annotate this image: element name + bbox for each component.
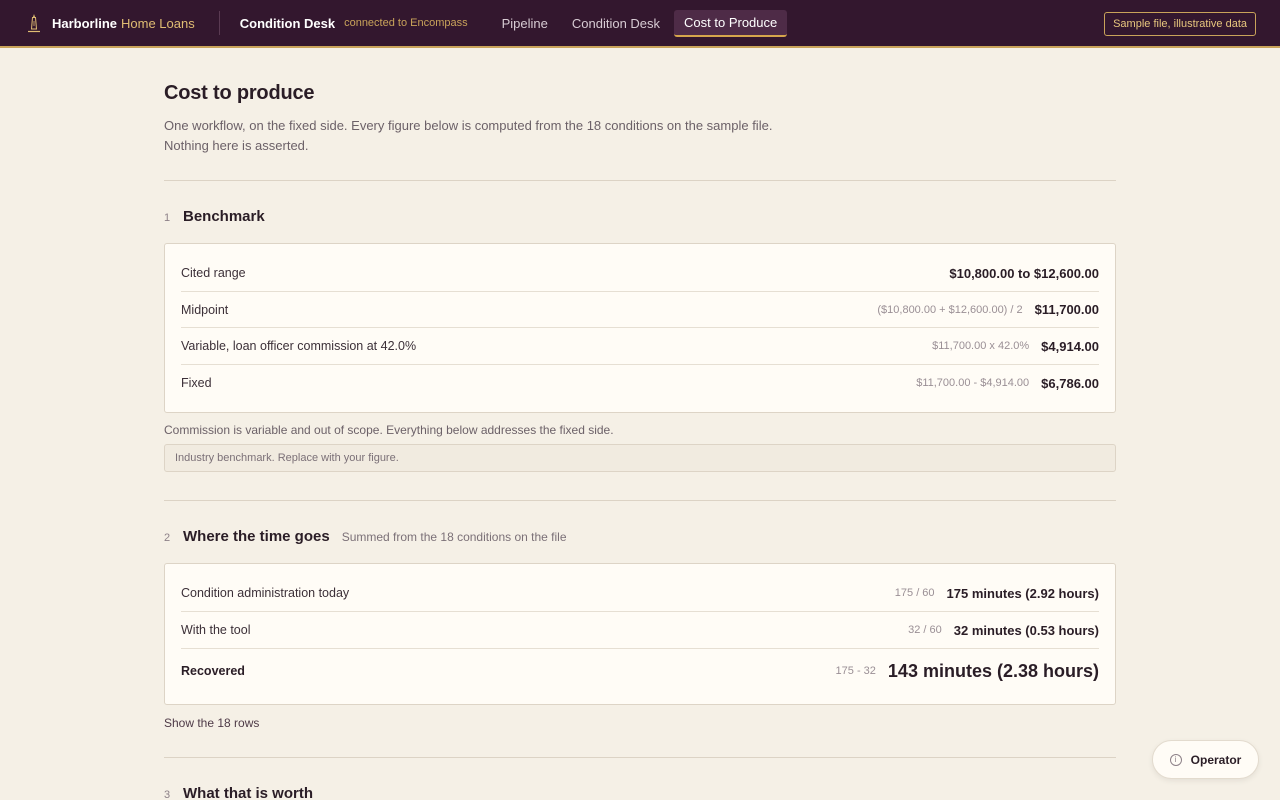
operator-label: Operator [1190,752,1242,767]
row-value: $10,800.00 to $12,600.00 [949,265,1099,281]
page-title: Cost to produce [164,82,315,104]
benchmark-row: Fixed $11,700.00 - $4,914.00 $6,786.00 [181,365,1099,401]
section-subtitle: Summed from the 18 conditions on the fil… [341,530,567,544]
row-value: $11,700.00 [1034,302,1099,317]
page-lede: One workflow, on the fixed side. Every f… [164,116,1116,156]
benchmark-row: Midpoint ($10,800.00 + $12,600.00) / 2 $… [181,292,1099,328]
benchmark-card: Cited range $10,800.00 to $12,600.00 Mid… [164,243,1116,413]
brand[interactable]: Harborline Home Loans [0,0,195,46]
section-worth-header: 3 What that is worth [164,785,1116,800]
time-card: Condition administration today 175 / 60 … [164,563,1116,705]
benchmark-input-note[interactable]: Industry benchmark. Replace with your fi… [164,444,1116,472]
row-value: $6,786.00 [1041,375,1099,391]
page-lede-line-1: One workflow, on the fixed side. Every f… [164,118,773,133]
row-label: Variable, loan officer commission at 42.… [181,339,417,353]
row-label: With the tool [181,623,251,637]
section-number: 3 [164,789,171,800]
section-divider [164,180,1116,181]
sample-data-badge: Sample file, illustrative data [1104,12,1256,36]
section-number: 2 [164,532,171,544]
nav-pipeline[interactable]: Pipeline [492,11,558,36]
section-title: What that is worth [183,785,313,800]
operator-button[interactable]: i Operator [1152,740,1259,779]
section-benchmark-header: 1 Benchmark [164,208,1116,225]
nav-condition-desk[interactable]: Condition Desk [562,11,670,36]
section-title: Where the time goes [183,528,330,545]
row-label: Fixed [181,376,212,390]
header-divider [218,11,220,35]
benchmark-row: Variable, loan officer commission at 42.… [181,328,1099,365]
row-label: Condition administration today [181,586,350,600]
row-calculation: $11,700.00 - $4,914.00 [916,377,1030,389]
row-calculation: $11,700.00 x 42.0% [932,340,1030,352]
row-value: 32 minutes (0.53 hours) [953,622,1099,638]
section-number: 1 [164,212,171,224]
row-value: 175 minutes (2.92 hours) [946,585,1099,601]
page-lede-line-2: Nothing here is asserted. [164,138,309,153]
row-label: Midpoint [181,302,229,317]
recovered-row: Recovered 175 - 32 143 minutes (2.38 hou… [181,649,1099,693]
row-value: $4,914.00 [1041,338,1099,354]
row-calculation: 175 - 32 [835,665,876,677]
info-icon: i [1169,753,1182,766]
app-title: Condition Desk [239,15,336,31]
row-calculation: 175 / 60 [894,587,935,599]
time-row: With the tool 32 / 60 32 minutes (0.53 h… [181,612,1099,649]
top-bar: Harborline Home Loans Condition Desk con… [0,0,1280,48]
row-calculation: ($10,800.00 + $12,600.00) / 2 [877,303,1023,316]
section-divider [164,757,1116,758]
row-calculation: 32 / 60 [908,624,942,636]
section-time-header: 2 Where the time goes Summed from the 18… [164,528,1116,545]
main-nav: Pipeline Condition Desk Cost to Produce [492,9,792,37]
scope-note: Commission is variable and out of scope.… [164,423,614,437]
row-value: 143 minutes (2.38 hours) [887,660,1099,681]
brand-subtitle: Home Loans [121,15,195,31]
show-rows-toggle[interactable]: Show the 18 rows [164,716,1116,730]
brand-name: Harborline [52,15,118,31]
time-row: Condition administration today 175 / 60 … [181,575,1099,612]
connection-status: connected to Encompass [344,17,468,29]
row-label: Cited range [181,266,246,280]
benchmark-row: Cited range $10,800.00 to $12,600.00 [181,255,1099,292]
nav-cost-to-produce[interactable]: Cost to Produce [674,9,788,37]
section-title: Benchmark [183,208,265,225]
lighthouse-logo-icon [28,14,40,33]
section-divider [164,500,1116,501]
main-content: Cost to produce One workflow, on the fix… [164,48,1116,800]
row-label: Recovered [181,664,245,678]
